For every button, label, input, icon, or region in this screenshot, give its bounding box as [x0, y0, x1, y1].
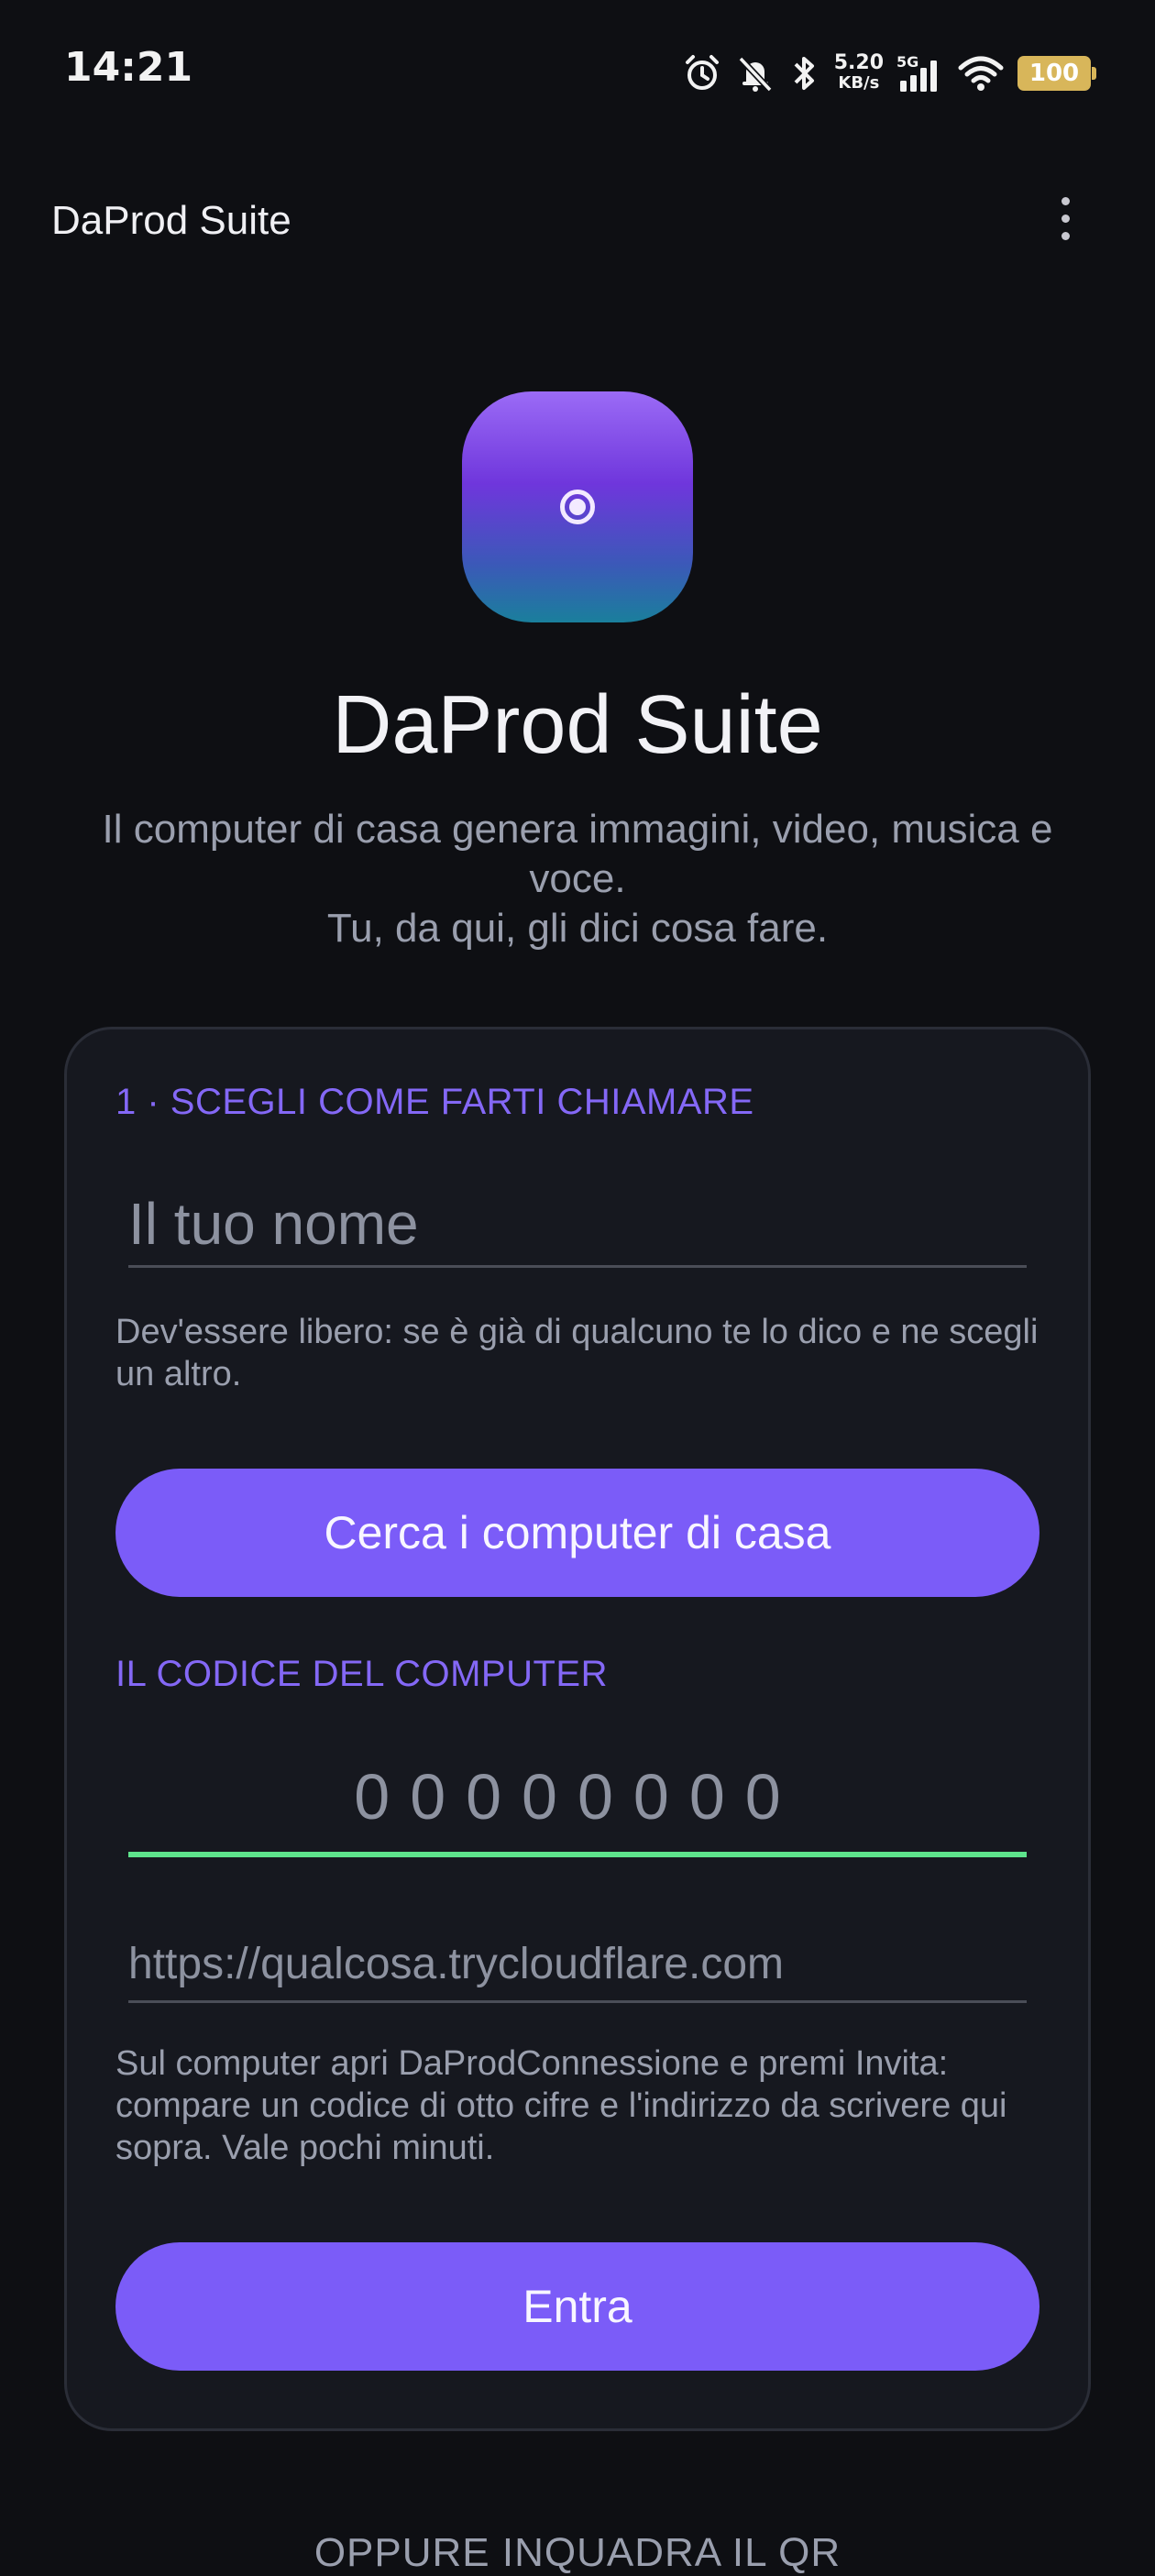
hero-title: DaProd Suite [332, 679, 823, 771]
status-bar: 14:21 5.20 KB/s 5G 100 [0, 0, 1155, 138]
net-speed-unit: KB/s [838, 73, 880, 93]
enter-button[interactable]: Entra [116, 2242, 1040, 2371]
app-logo [462, 391, 693, 622]
net-speed: 5.20 KB/s [834, 53, 884, 94]
code-section-label: IL CODICE DEL COMPUTER [116, 1654, 608, 1694]
search-computers-button[interactable]: Cerca i computer di casa [116, 1469, 1040, 1597]
name-section-label: 1 · SCEGLI COME FARTI CHIAMARE [116, 1082, 754, 1122]
status-icons: 5.20 KB/s 5G 100 [682, 46, 1096, 101]
code-input[interactable] [128, 1742, 1027, 1857]
signal-icon: 5G [896, 53, 944, 94]
name-helper-text: Dev'essere libero: se è già di qualcuno … [116, 1313, 1039, 1393]
status-time: 14:21 [64, 44, 193, 91]
name-input[interactable] [128, 1183, 1027, 1268]
wifi-icon [958, 56, 1004, 91]
hero-subtitle: Il computer di casa genera immagini, vid… [55, 805, 1100, 953]
bluetooth-icon [794, 57, 814, 90]
hero-subtitle-line2: Tu, da qui, gli dici cosa fare. [326, 906, 829, 951]
code-helper-text: Sul computer apri DaProdConnessione e pr… [116, 2044, 1007, 2167]
record-icon [560, 490, 595, 524]
alarm-icon [685, 55, 719, 90]
app-bar-title: DaProd Suite [51, 198, 292, 243]
net-speed-value: 5.20 [833, 51, 884, 74]
battery-icon: 100 [1018, 56, 1096, 91]
bell-muted-icon [738, 56, 773, 93]
url-input[interactable] [128, 1927, 1027, 2003]
search-computers-button-label: Cerca i computer di casa [324, 1507, 831, 1558]
battery-level: 100 [1028, 60, 1080, 87]
hero-subtitle-line1: Il computer di casa genera immagini, vid… [102, 807, 1053, 901]
enter-button-label: Entra [522, 2281, 632, 2332]
more-vert-icon[interactable] [1047, 191, 1084, 246]
app-bar: DaProd Suite [0, 174, 1155, 266]
scan-qr-link[interactable]: OPPURE INQUADRA IL QR [0, 2530, 1155, 2576]
